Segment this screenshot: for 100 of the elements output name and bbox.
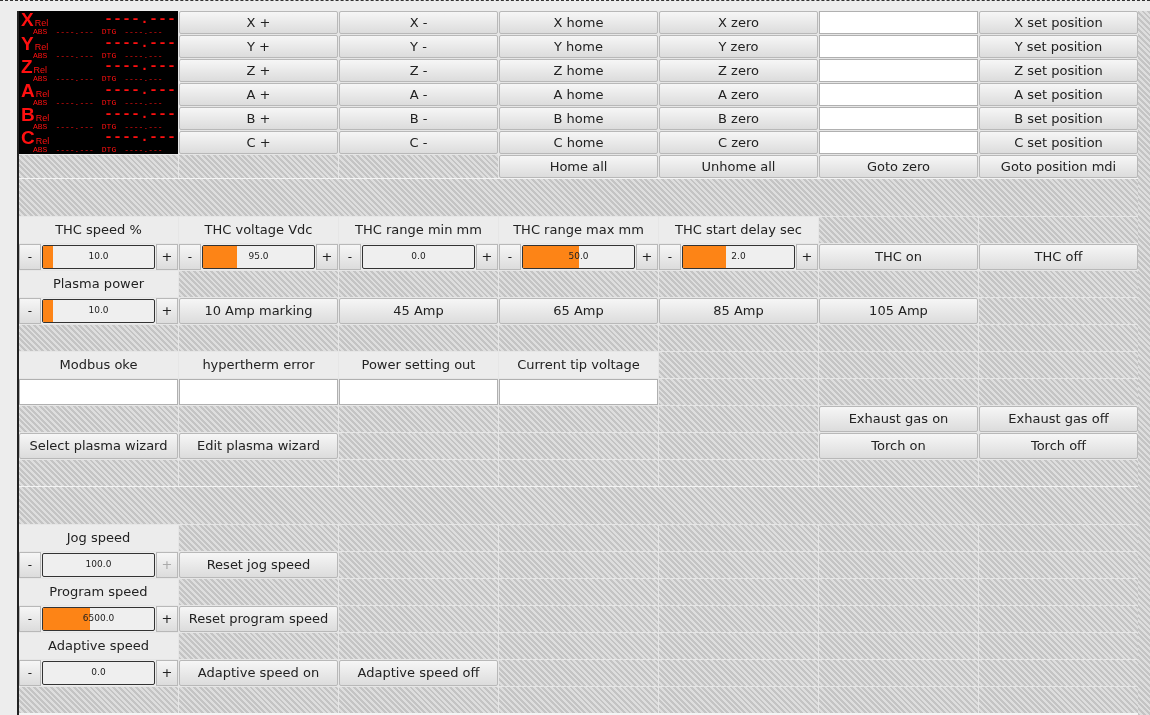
value-slider[interactable]: 10.0 [42,299,155,323]
axis-value: ----.--- [104,12,176,28]
action-button[interactable]: C set position [979,131,1138,154]
action-button[interactable]: Y - [339,35,498,58]
axis-mode: Rel [34,19,49,28]
plus-button[interactable]: + [156,298,178,324]
minus-button[interactable]: - [339,244,361,270]
field-label: THC speed % [55,221,142,240]
action-button[interactable]: A + [179,83,338,106]
action-button[interactable]: Y zero [659,35,818,58]
action-button[interactable]: A zero [659,83,818,106]
action-button[interactable]: Goto position mdi [979,155,1138,178]
field-label: THC range max mm [513,221,644,240]
input-field[interactable] [499,379,658,405]
action-button[interactable]: THC off [979,244,1138,270]
action-button[interactable]: 45 Amp [339,298,498,324]
input-field[interactable] [179,379,338,405]
minus-button[interactable]: - [19,244,41,270]
action-button[interactable]: Z home [499,59,658,82]
plus-button[interactable]: + [156,244,178,270]
action-button[interactable]: Y set position [979,35,1138,58]
axis-mode: Rel [35,113,50,123]
abs-value: ----.--- [55,99,94,107]
dtg-label: DTG [101,75,117,83]
action-button[interactable]: X zero [659,11,818,34]
action-button[interactable]: C + [179,131,338,154]
action-button[interactable]: Torch on [819,433,978,459]
value-slider[interactable]: 10.0 [42,245,155,269]
input-field[interactable] [819,35,978,58]
action-button[interactable]: Z set position [979,59,1138,82]
input-field[interactable] [819,107,978,130]
value-slider[interactable]: 2.0 [682,245,795,269]
action-button[interactable]: Z - [339,59,498,82]
axis-letter: Z [21,59,33,76]
minus-button[interactable]: - [659,244,681,270]
action-button[interactable]: X - [339,11,498,34]
axis-value: ----.--- [104,59,176,76]
action-button[interactable]: 105 Amp [819,298,978,324]
value-slider[interactable]: 100.0 [42,553,155,577]
action-button[interactable]: B - [339,107,498,130]
action-button[interactable]: Edit plasma wizard [179,433,338,459]
action-button[interactable]: 10 Amp marking [179,298,338,324]
plus-button[interactable]: + [636,244,658,270]
action-button[interactable]: C - [339,131,498,154]
action-button[interactable]: X + [179,11,338,34]
action-button[interactable]: THC on [819,244,978,270]
action-button[interactable]: Adaptive speed off [339,660,498,686]
action-button[interactable]: Z + [179,59,338,82]
minus-button[interactable]: - [19,606,41,632]
plus-button[interactable]: + [156,660,178,686]
action-button[interactable]: Exhaust gas on [819,406,978,432]
minus-button[interactable]: - [19,552,41,578]
minus-button[interactable]: - [179,244,201,270]
field-label: Plasma power [52,275,145,294]
action-button[interactable]: Exhaust gas off [979,406,1138,432]
action-button[interactable]: Select plasma wizard [19,433,178,459]
action-button[interactable]: 85 Amp [659,298,818,324]
axis-mode: Rel [35,137,50,147]
slider-value: 95.0 [248,250,269,264]
value-slider[interactable]: 0.0 [42,661,155,685]
minus-button[interactable]: - [19,660,41,686]
action-button[interactable]: B home [499,107,658,130]
minus-button[interactable]: - [499,244,521,270]
input-field[interactable] [819,131,978,154]
plus-button[interactable]: + [796,244,818,270]
action-button[interactable]: 65 Amp [499,298,658,324]
action-button[interactable]: A set position [979,83,1138,106]
slider-value: 0.0 [91,666,106,680]
value-slider[interactable]: 0.0 [362,245,475,269]
action-button[interactable]: Goto zero [819,155,978,178]
action-button[interactable]: Adaptive speed on [179,660,338,686]
minus-button[interactable]: - [19,298,41,324]
dtg-label: DTG [101,99,117,107]
action-button[interactable]: X set position [979,11,1138,34]
action-button[interactable]: B + [179,107,338,130]
plus-button[interactable]: + [476,244,498,270]
action-button[interactable]: Unhome all [659,155,818,178]
plus-button[interactable]: + [316,244,338,270]
input-field[interactable] [819,11,978,34]
input-field[interactable] [819,83,978,106]
action-button[interactable]: B set position [979,107,1138,130]
action-button[interactable]: C home [499,131,658,154]
action-button[interactable]: A home [499,83,658,106]
action-button[interactable]: Reset jog speed [179,552,338,578]
action-button[interactable]: Home all [499,155,658,178]
action-button[interactable]: A - [339,83,498,106]
dtg-value: ----.--- [124,146,163,155]
action-button[interactable]: Torch off [979,433,1138,459]
input-field[interactable] [339,379,498,405]
action-button[interactable]: B zero [659,107,818,130]
action-button[interactable]: Reset program speed [179,606,338,632]
value-slider[interactable]: 95.0 [202,245,315,269]
action-button[interactable]: X home [499,11,658,34]
input-field[interactable] [819,59,978,82]
action-button[interactable]: Z zero [659,59,818,82]
action-button[interactable]: Y home [499,35,658,58]
plus-button[interactable]: + [156,606,178,632]
action-button[interactable]: Y + [179,35,338,58]
input-field[interactable] [19,379,178,405]
action-button[interactable]: C zero [659,131,818,154]
